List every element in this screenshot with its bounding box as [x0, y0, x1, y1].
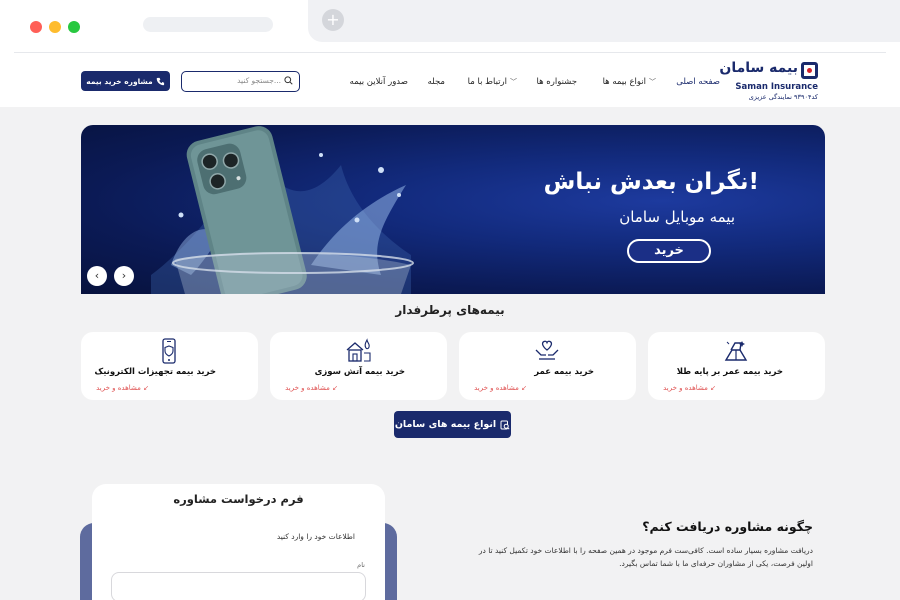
saman-logo-icon [801, 62, 818, 79]
window-controls [30, 21, 80, 33]
banner-buy-button[interactable]: خرید [627, 239, 711, 263]
new-tab-button[interactable]: + [322, 9, 344, 31]
banner-title: نگران بعدش نباش! [543, 169, 759, 195]
nav-online-issue-label: صدور آنلاین بیمه [349, 77, 408, 87]
browser-chrome: + [0, 0, 900, 56]
tab-strip [308, 0, 900, 42]
search-doc-icon [500, 420, 510, 430]
card-gold-life-insurance[interactable]: خرید بیمه عمر بر پایه طلا مشاهده و خرید … [648, 332, 825, 400]
search-input[interactable]: جستجو کنید... [181, 71, 300, 92]
name-field-label: نام [357, 561, 365, 569]
search-placeholder: جستجو کنید... [237, 76, 281, 85]
site-header: بیمه سامان Saman Insurance کد۹۳۹۰۴ نماین… [0, 56, 900, 107]
nav-contact-us-label: ارتباط با ما [467, 77, 507, 87]
page-body: نگران بعدش نباش! بیمه موبایل سامان خرید … [0, 107, 900, 600]
phone-icon [156, 77, 164, 85]
card-fire-title: خرید بیمه آتش سوزی [314, 367, 405, 377]
saman-insurance-types-button[interactable]: انواع بیمه های سامان [394, 411, 511, 438]
nav-home-label: صفحه اصلی [676, 77, 720, 87]
nav-magazine[interactable]: مجله [428, 75, 445, 89]
nav-online-issue[interactable]: صدور آنلاین بیمه [350, 75, 408, 89]
card-life-insurance[interactable]: خرید بیمه عمر مشاهده و خرید ↙ [459, 332, 636, 400]
banner-subtitle: بیمه موبایل سامان [619, 208, 735, 226]
nav-festivals-label: جشنواره ها [536, 77, 578, 87]
logo-agency-code: کد۹۳۹۰۴ نمایندگی عزیزی [748, 93, 818, 101]
chevron-down-icon: ﹀ [510, 78, 517, 86]
hands-heart-icon [535, 340, 559, 360]
hero-banner[interactable]: نگران بعدش نباش! بیمه موبایل سامان خرید … [81, 125, 825, 294]
consultation-form: فرم درخواست مشاوره اطلاعات خود را وارد ک… [92, 484, 385, 600]
minimize-window-button[interactable] [49, 21, 61, 33]
active-tab-title-placeholder[interactable] [143, 17, 273, 32]
card-gold-title: خرید بیمه عمر بر پایه طلا [676, 367, 783, 377]
types-button-label: انواع بیمه های سامان [394, 419, 497, 430]
nav-contact-us[interactable]: ارتباط با ما ﹀ [468, 75, 517, 89]
card-life-title: خرید بیمه عمر [534, 367, 594, 377]
card-electronics-insurance[interactable]: خرید بیمه تجهیزات الکترونیک مشاهده و خری… [81, 332, 258, 400]
chevron-down-icon: ﹀ [649, 78, 656, 86]
logo-persian-text: بیمه سامان [719, 60, 798, 76]
gold-bars-icon [724, 341, 748, 361]
consult-purchase-label: مشاوره خرید بیمه [86, 76, 153, 86]
phone-shield-icon [162, 338, 176, 364]
nav-magazine-label: مجله [427, 77, 445, 87]
nav-festivals[interactable]: جشنواره ها [537, 75, 578, 89]
saman-logo[interactable]: بیمه سامان Saman Insurance کد۹۳۹۰۴ نماین… [719, 60, 818, 102]
banner-prev-button[interactable]: ‹ [87, 266, 107, 286]
nav-insurance-types-label: انواع بیمه ها [602, 77, 646, 87]
logo-english-text: Saman Insurance [735, 82, 818, 92]
how-to-consult-text: دریافت مشاوره بسیار ساده است. کافی‌ست فر… [478, 546, 813, 568]
close-window-button[interactable] [30, 21, 42, 33]
maximize-window-button[interactable] [68, 21, 80, 33]
card-fire-link[interactable]: مشاهده و خرید ↙ [285, 384, 338, 392]
card-life-link[interactable]: مشاهده و خرید ↙ [474, 384, 527, 392]
chrome-divider [14, 52, 886, 53]
how-to-consult-title: چگونه مشاوره دریافت کنم؟ [642, 519, 813, 534]
nav-home[interactable]: صفحه اصلی [676, 75, 720, 89]
form-info-text: اطلاعات خود را وارد کنید [276, 532, 355, 541]
banner-next-button[interactable]: › [114, 266, 134, 286]
form-title: فرم درخواست مشاوره [173, 492, 304, 506]
consult-purchase-button[interactable]: مشاوره خرید بیمه [81, 71, 170, 91]
house-fire-icon [346, 338, 371, 362]
search-icon [284, 76, 293, 85]
card-gold-link[interactable]: مشاهده و خرید ↙ [663, 384, 716, 392]
card-electronics-link[interactable]: مشاهده و خرید ↙ [96, 384, 149, 392]
nav-insurance-types[interactable]: انواع بیمه ها ﹀ [603, 75, 656, 89]
card-electronics-title: خرید بیمه تجهیزات الکترونیک [94, 367, 216, 377]
popular-section-title: بیمه‌های پرطرفدار [395, 303, 505, 317]
name-field[interactable] [111, 572, 366, 600]
card-fire-insurance[interactable]: خرید بیمه آتش سوزی مشاهده و خرید ↙ [270, 332, 447, 400]
